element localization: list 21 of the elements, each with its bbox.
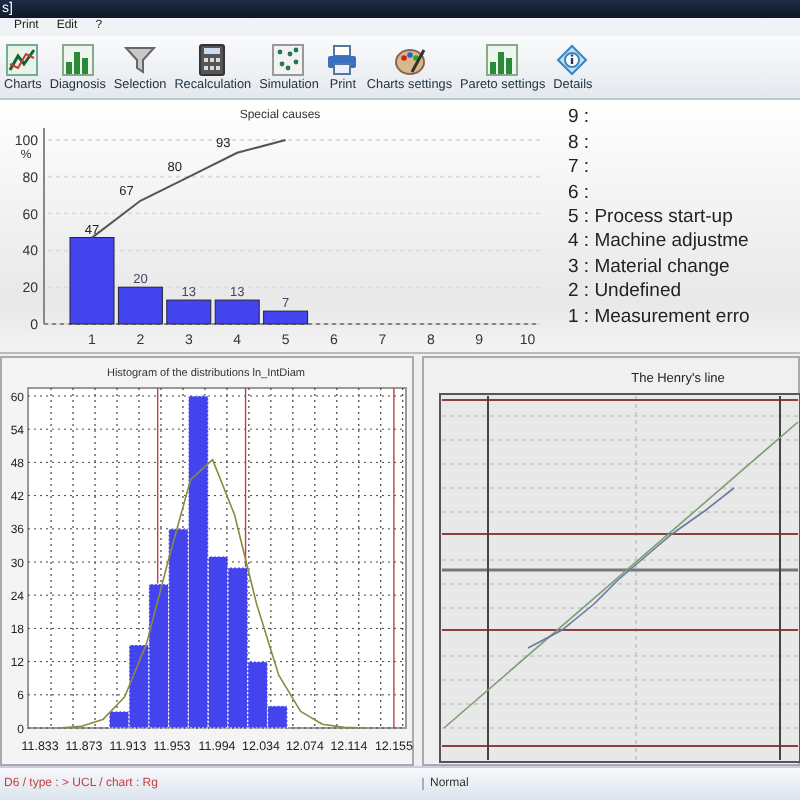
- bar: [263, 311, 309, 326]
- legend-item: 9 :: [568, 106, 592, 130]
- legend-item: 5 : Process start-up: [568, 205, 735, 229]
- bar-chart-icon: [486, 43, 519, 76]
- legend-item: 7 :: [568, 156, 592, 180]
- legend-item: 8 :: [568, 131, 592, 155]
- scatter-icon: [272, 43, 305, 76]
- bar: [166, 300, 212, 326]
- calculator-icon: [198, 43, 227, 76]
- printer-icon: [326, 43, 359, 76]
- chart-line-icon: [6, 43, 39, 76]
- legend-item: 2 : Undefined: [568, 280, 684, 304]
- bar: [214, 300, 260, 326]
- bar-chart-icon: [61, 43, 94, 76]
- palette-icon: [393, 43, 426, 76]
- legend-item: 3 : Material change: [568, 255, 732, 279]
- legend-item: 1 : Measurement erro: [568, 305, 750, 328]
- legend-item: 6 :: [568, 181, 592, 204]
- legend-item: 4 : Machine adjustme: [568, 230, 750, 254]
- info-icon: [556, 43, 589, 76]
- funnel-icon: [124, 43, 157, 76]
